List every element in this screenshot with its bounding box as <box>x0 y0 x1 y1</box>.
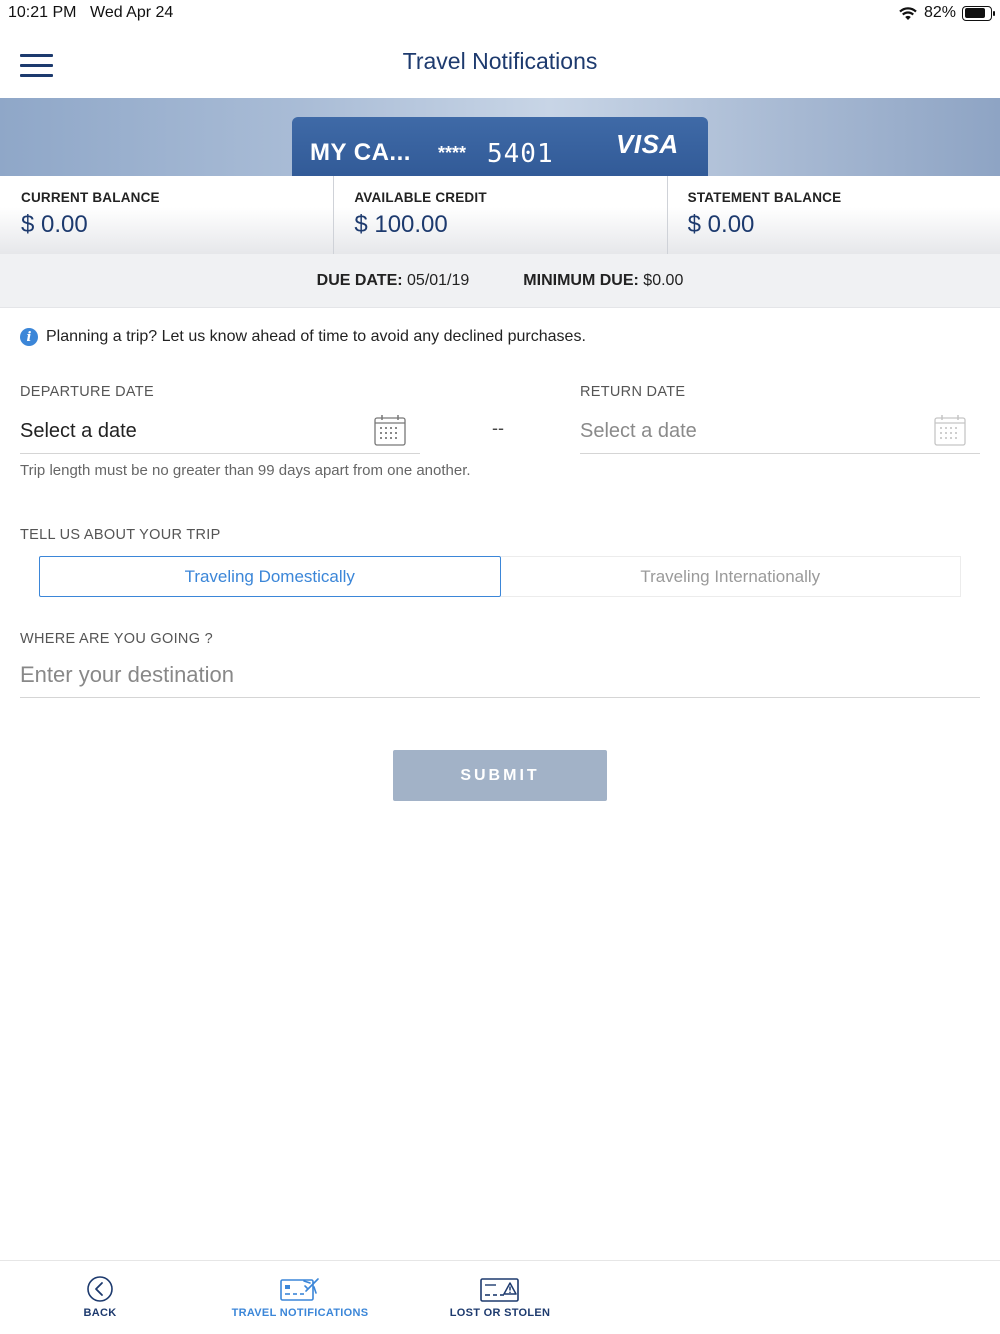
back-arrow-icon <box>87 1276 113 1302</box>
trip-type-label: TELL US ABOUT YOUR TRIP <box>20 527 221 543</box>
current-balance: CURRENT BALANCE $ 0.00 <box>0 176 333 254</box>
tab-lost-or-stolen[interactable]: LOST OR STOLEN <box>400 1261 600 1334</box>
minimum-due: MINIMUM DUE: $0.00 <box>523 272 683 290</box>
visa-logo: VISA <box>616 129 679 159</box>
card-last4: 5401 <box>487 139 554 169</box>
status-date: Wed Apr 24 <box>90 4 174 21</box>
traveling-domestically-option[interactable]: Traveling Domestically <box>39 556 501 597</box>
battery-icon <box>962 5 995 21</box>
battery-percent: 82% <box>923 4 956 21</box>
destination-input[interactable] <box>20 652 980 698</box>
calendar-icon <box>934 415 966 446</box>
due-date-value: 05/01/19 <box>407 271 470 289</box>
balance-label: STATEMENT BALANCE <box>687 190 842 205</box>
available-credit: AVAILABLE CREDIT $ 100.00 <box>333 176 666 254</box>
credit-card-image: MY CA... **** 5401 VISA <box>292 117 708 176</box>
status-time: 10:21 PM <box>8 4 77 21</box>
tab-travel-notifications[interactable]: TRAVEL NOTIFICATIONS <box>200 1261 400 1334</box>
tab-label: LOST OR STOLEN <box>449 1307 551 1319</box>
destination-label: WHERE ARE YOU GOING ? <box>20 631 213 647</box>
status-bar: 10:21 PM Wed Apr 24 82% <box>0 0 1000 28</box>
info-text: Planning a trip? Let us know ahead of ti… <box>46 328 586 345</box>
return-date-label: RETURN DATE <box>580 384 686 400</box>
traveling-internationally-option[interactable]: Traveling Internationally <box>500 556 961 597</box>
due-strip: DUE DATE: 05/01/19 MINIMUM DUE: $0.00 <box>0 254 1000 308</box>
card-warning-icon <box>480 1278 519 1302</box>
travel-card-plane-icon <box>280 1278 319 1301</box>
submit-button[interactable]: SUBMIT <box>393 750 607 801</box>
balance-value: $ 100.00 <box>354 211 448 238</box>
card-name: MY CA... <box>310 139 411 166</box>
due-date: DUE DATE: 05/01/19 <box>317 272 470 290</box>
trip-type-toggle: Traveling Domestically Traveling Interna… <box>39 556 961 597</box>
balances-panel: CURRENT BALANCE $ 0.00 AVAILABLE CREDIT … <box>0 176 1000 254</box>
info-icon: i <box>20 328 38 346</box>
departure-date-picker[interactable]: Select a date <box>20 412 420 454</box>
date-range-separator: -- <box>492 418 504 438</box>
departure-date-value: Select a date <box>20 420 137 442</box>
tab-back[interactable]: BACK <box>0 1261 200 1334</box>
page-title: Travel Notifications <box>402 48 598 74</box>
app-header: Travel Notifications <box>0 28 1000 98</box>
balance-value: $ 0.00 <box>687 211 755 238</box>
minimum-due-value: $0.00 <box>643 271 684 289</box>
bottom-tab-bar: BACK TRAVEL NOTIFICATIONS LOST OR STOLEN <box>0 1260 1000 1334</box>
trip-length-hint: Trip length must be no greater than 99 d… <box>20 462 471 479</box>
due-date-label: DUE DATE: <box>316 271 403 289</box>
wifi-icon <box>899 6 917 20</box>
balance-value: $ 0.00 <box>21 211 88 238</box>
minimum-due-label: MINIMUM DUE: <box>523 271 639 289</box>
return-date-picker[interactable]: Select a date <box>580 412 980 454</box>
status-right: 82% <box>898 4 995 22</box>
card-number-mask: **** <box>438 143 467 163</box>
balance-label: AVAILABLE CREDIT <box>354 190 487 205</box>
calendar-icon <box>374 415 406 446</box>
return-date-value: Select a date <box>580 420 697 442</box>
tab-label: BACK <box>83 1307 117 1319</box>
statement-balance: STATEMENT BALANCE $ 0.00 <box>666 176 1000 254</box>
battery-fill <box>964 8 985 18</box>
balance-label: CURRENT BALANCE <box>21 190 160 205</box>
card-banner: MY CA... **** 5401 VISA <box>0 98 1000 176</box>
info-message: i Planning a trip? Let us know ahead of … <box>20 328 586 346</box>
tab-label: TRAVEL NOTIFICATIONS <box>231 1307 369 1319</box>
departure-date-label: DEPARTURE DATE <box>20 384 154 400</box>
